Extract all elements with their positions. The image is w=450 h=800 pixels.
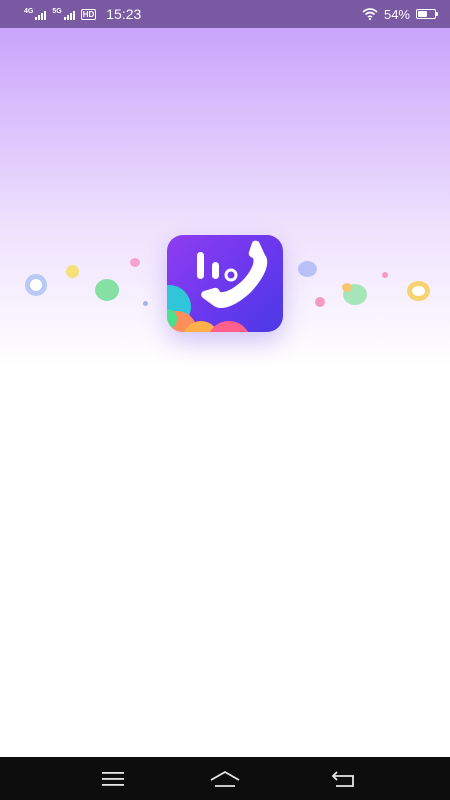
menu-icon bbox=[102, 771, 124, 786]
phone-dialer-app-icon bbox=[167, 235, 283, 332]
signal-icon bbox=[35, 11, 47, 20]
decor-dot-pink-3 bbox=[382, 272, 388, 278]
battery-level bbox=[418, 11, 427, 17]
battery-percent: 54% bbox=[383, 6, 410, 22]
decor-dot-pink-2 bbox=[315, 297, 325, 307]
hd-icon: HD bbox=[80, 8, 97, 20]
navigation-bar bbox=[0, 757, 450, 800]
menu-button[interactable] bbox=[83, 757, 143, 800]
decor-ring-right bbox=[407, 281, 430, 301]
decor-ring-left bbox=[25, 274, 47, 296]
status-bar-left: 4G 5G HD 15:23 bbox=[24, 6, 141, 22]
back-icon bbox=[331, 770, 354, 787]
battery-icon bbox=[416, 9, 438, 19]
splash-screen: 4G 5G HD 15:23 54% bbox=[0, 0, 450, 800]
decor-dot-green bbox=[95, 279, 119, 301]
wifi-icon bbox=[362, 8, 378, 20]
network-indicator-2: 5G bbox=[52, 8, 75, 20]
network-label: 4G bbox=[24, 8, 34, 15]
decor-dot-pink bbox=[130, 258, 140, 267]
network-label: 5G bbox=[52, 8, 62, 15]
back-button[interactable] bbox=[313, 757, 373, 800]
home-button[interactable] bbox=[195, 757, 255, 800]
clock: 15:23 bbox=[106, 6, 142, 22]
decor-dot-lavender bbox=[298, 261, 317, 277]
decor-dot-blue-small bbox=[143, 301, 148, 306]
home-icon bbox=[210, 770, 240, 787]
app-icon-graphic bbox=[167, 240, 268, 332]
signal-icon bbox=[63, 11, 75, 20]
status-bar: 4G 5G HD 15:23 54% bbox=[0, 0, 450, 28]
decor-dot-yellow bbox=[66, 265, 79, 278]
status-bar-right: 54% bbox=[362, 6, 438, 22]
network-indicator-1: 4G bbox=[24, 8, 47, 20]
decor-dot-orange bbox=[342, 283, 352, 292]
